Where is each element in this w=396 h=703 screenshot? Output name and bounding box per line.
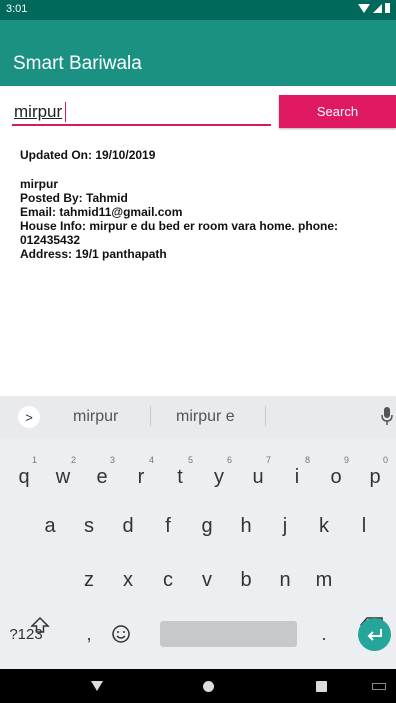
key-hint: 6	[226, 455, 232, 465]
result-title: mirpur	[20, 177, 59, 191]
key-b[interactable]: b	[230, 558, 262, 602]
key-q[interactable]: 1q	[8, 451, 40, 495]
key-label: w	[55, 465, 71, 488]
updated-on-label: Updated On: 19/10/2019	[20, 148, 156, 162]
wifi-icon	[358, 3, 370, 13]
recents-icon[interactable]	[316, 681, 327, 692]
key-hint: 3	[109, 455, 115, 465]
enter-icon	[367, 628, 382, 641]
back-icon[interactable]	[91, 681, 103, 691]
search-button[interactable]: Search	[279, 95, 396, 128]
text-caret	[65, 102, 66, 122]
key-j[interactable]: j	[269, 504, 301, 548]
key-label: p	[369, 465, 381, 488]
key-n[interactable]: n	[269, 558, 301, 602]
status-icons	[358, 3, 390, 13]
key-y[interactable]: 6y	[203, 451, 235, 495]
period-key[interactable]: .	[310, 612, 338, 656]
app-bar: Smart Bariwala	[0, 20, 396, 86]
result-house-info: House Info: mirpur e du bed er room vara…	[20, 219, 339, 247]
suggestion-divider	[265, 406, 266, 426]
battery-icon	[385, 3, 390, 13]
key-hint: 4	[148, 455, 154, 465]
key-t[interactable]: 5t	[164, 451, 196, 495]
suggestion-bar: > mirpur mirpur e	[0, 396, 396, 438]
key-hint: 8	[304, 455, 310, 465]
space-bar[interactable]	[160, 621, 297, 647]
comma-key[interactable]: ,	[75, 612, 103, 656]
key-d[interactable]: d	[112, 504, 144, 548]
key-hint: 7	[265, 455, 271, 465]
key-label: i	[294, 465, 300, 488]
key-label: e	[96, 465, 108, 488]
app-title: Smart Bariwala	[13, 53, 142, 74]
key-label: q	[18, 465, 30, 488]
suggestion-divider	[150, 406, 151, 426]
key-hint: 0	[382, 455, 388, 465]
key-i[interactable]: 8i	[281, 451, 313, 495]
key-h[interactable]: h	[230, 504, 262, 548]
key-l[interactable]: l	[348, 504, 380, 548]
navigation-bar	[0, 669, 396, 703]
key-label: t	[177, 465, 183, 488]
key-x[interactable]: x	[112, 558, 144, 602]
key-hint: 2	[70, 455, 76, 465]
key-c[interactable]: c	[152, 558, 184, 602]
key-s[interactable]: s	[73, 504, 105, 548]
key-hint: 1	[31, 455, 37, 465]
key-o[interactable]: 9o	[320, 451, 352, 495]
emoji-icon	[112, 625, 130, 643]
home-icon[interactable]	[203, 681, 214, 692]
result-email: Email: tahmid11@gmail.com	[20, 205, 183, 219]
key-label: r	[137, 465, 145, 488]
key-g[interactable]: g	[191, 504, 223, 548]
screen: 3:01 Smart Bariwala mirpur Search Update…	[0, 0, 396, 703]
soft-keyboard: > mirpur mirpur e 1q2w3e4r5t6y7u8i9o0p a…	[0, 396, 396, 669]
symbols-key[interactable]: ?123	[4, 612, 48, 656]
result-address: Address: 19/1 panthapath	[20, 247, 167, 261]
key-e[interactable]: 3e	[86, 451, 118, 495]
key-hint: 5	[187, 455, 193, 465]
signal-icon	[373, 3, 382, 13]
key-label: o	[330, 465, 342, 488]
enter-key[interactable]	[358, 618, 391, 651]
key-z[interactable]: z	[73, 558, 105, 602]
key-p[interactable]: 0p	[359, 451, 391, 495]
key-k[interactable]: k	[308, 504, 340, 548]
key-a[interactable]: a	[34, 504, 66, 548]
chevron-right-icon[interactable]: >	[18, 406, 40, 428]
mic-icon[interactable]	[380, 406, 394, 426]
keyboard-switch-icon[interactable]	[372, 683, 386, 690]
key-label: u	[252, 465, 264, 488]
key-m[interactable]: m	[308, 558, 340, 602]
result-posted-by: Posted By: Tahmid	[20, 191, 128, 205]
emoji-key[interactable]	[106, 612, 136, 656]
key-r[interactable]: 4r	[125, 451, 157, 495]
search-result: Updated On: 19/10/2019 mirpur Posted By:…	[20, 148, 390, 261]
suggestion-item[interactable]: mirpur	[73, 408, 118, 426]
key-v[interactable]: v	[191, 558, 223, 602]
suggestion-item[interactable]: mirpur e	[176, 408, 235, 426]
key-f[interactable]: f	[152, 504, 184, 548]
key-u[interactable]: 7u	[242, 451, 274, 495]
status-time: 3:01	[6, 3, 28, 15]
key-w[interactable]: 2w	[47, 451, 79, 495]
search-input-value[interactable]: mirpur	[14, 102, 62, 122]
key-label: y	[214, 465, 224, 488]
status-bar: 3:01	[0, 0, 396, 20]
key-hint: 9	[343, 455, 349, 465]
